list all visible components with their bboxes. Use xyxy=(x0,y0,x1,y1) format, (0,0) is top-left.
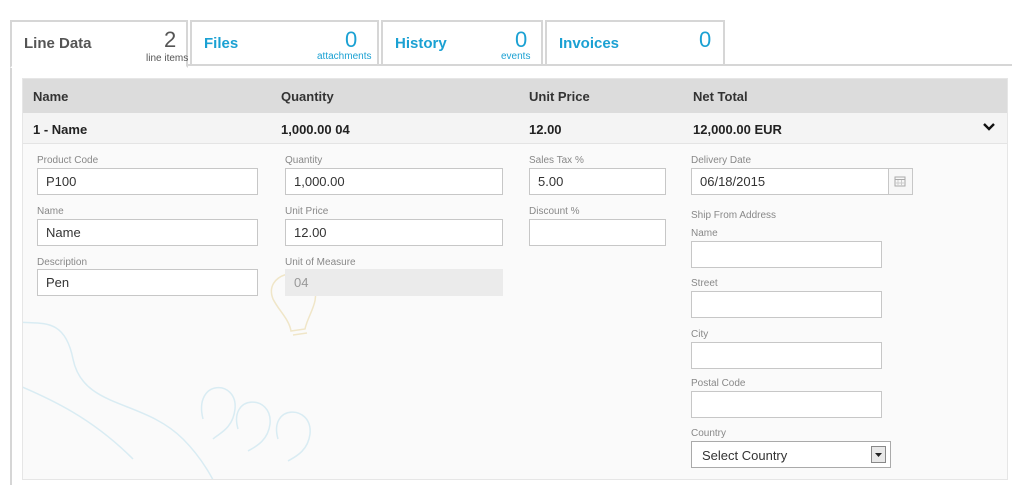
calendar-icon xyxy=(894,176,906,187)
tab-line-data-label: Line Data xyxy=(24,35,92,52)
country-label: Country xyxy=(691,428,727,439)
description-label: Description xyxy=(37,257,88,268)
row-quantity: 1,000.00 04 xyxy=(281,122,350,137)
tab-history-count: 0 xyxy=(515,27,528,52)
line-items-panel: Name Quantity Unit Price Net Total 1 - N… xyxy=(22,78,1008,480)
column-header-name: Name xyxy=(33,89,69,104)
tab-files-sub: attachments xyxy=(317,51,372,62)
street-label: Street xyxy=(691,278,718,289)
ship-from-name-field[interactable] xyxy=(691,241,882,268)
country-select[interactable]: Select Country xyxy=(691,441,891,468)
postal-code-field[interactable] xyxy=(691,391,882,418)
column-header-quantity: Quantity xyxy=(281,89,334,104)
row-unit-price: 12.00 xyxy=(529,122,562,137)
name-field[interactable] xyxy=(37,219,258,246)
chevron-down-icon[interactable] xyxy=(981,119,997,135)
row-name: 1 - Name xyxy=(33,122,88,137)
product-code-field[interactable] xyxy=(37,168,258,195)
calendar-button[interactable] xyxy=(889,168,913,195)
unit-price-field[interactable] xyxy=(285,219,503,246)
unit-price-label: Unit Price xyxy=(285,206,329,217)
country-select-value: Select Country xyxy=(702,448,788,463)
city-label: City xyxy=(691,329,709,340)
sales-tax-field[interactable] xyxy=(529,168,666,195)
row-net-total: 12,000.00 EUR xyxy=(693,122,782,137)
product-code-label: Product Code xyxy=(37,155,99,166)
quantity-label: Quantity xyxy=(285,155,323,166)
column-header-net-total: Net Total xyxy=(693,89,748,104)
discount-field[interactable] xyxy=(529,219,666,246)
unit-of-measure-field xyxy=(285,269,503,296)
table-header: Name Quantity Unit Price Net Total xyxy=(23,79,1007,113)
tab-line-data-count: 2 xyxy=(164,27,177,52)
tab-files-count: 0 xyxy=(345,27,358,52)
table-row[interactable]: 1 - Name 1,000.00 04 12.00 12,000.00 EUR xyxy=(23,113,1007,144)
column-header-unit-price: Unit Price xyxy=(529,89,590,104)
sales-tax-label: Sales Tax % xyxy=(529,155,584,166)
tab-history[interactable]: History 0 events xyxy=(381,20,543,66)
ship-from-title: Ship From Address xyxy=(691,210,777,221)
city-field[interactable] xyxy=(691,342,882,369)
content-border xyxy=(10,64,12,485)
postal-code-label: Postal Code xyxy=(691,378,746,389)
ship-from-name-label: Name xyxy=(691,228,718,239)
tab-files[interactable]: Files 0 attachments xyxy=(190,20,379,66)
description-field[interactable] xyxy=(37,269,258,296)
dropdown-arrow-icon xyxy=(871,446,886,463)
tab-bar: Line Data 2 line items Files 0 attachmen… xyxy=(10,20,727,68)
delivery-date-field[interactable] xyxy=(691,168,889,195)
street-field[interactable] xyxy=(691,291,882,318)
name-label: Name xyxy=(37,206,64,217)
tab-invoices[interactable]: Invoices 0 xyxy=(545,20,725,66)
unit-of-measure-label: Unit of Measure xyxy=(285,257,356,268)
delivery-date-label: Delivery Date xyxy=(691,155,752,166)
tab-invoices-label: Invoices xyxy=(559,35,620,52)
tab-line-data-sub: line items xyxy=(146,53,189,64)
tab-files-label: Files xyxy=(204,35,239,52)
discount-label: Discount % xyxy=(529,206,580,217)
quantity-field[interactable] xyxy=(285,168,503,195)
tab-line-data[interactable]: Line Data 2 line items xyxy=(10,20,188,68)
tab-history-sub: events xyxy=(501,51,531,62)
tab-history-label: History xyxy=(395,35,447,52)
tab-invoices-count: 0 xyxy=(699,27,712,52)
